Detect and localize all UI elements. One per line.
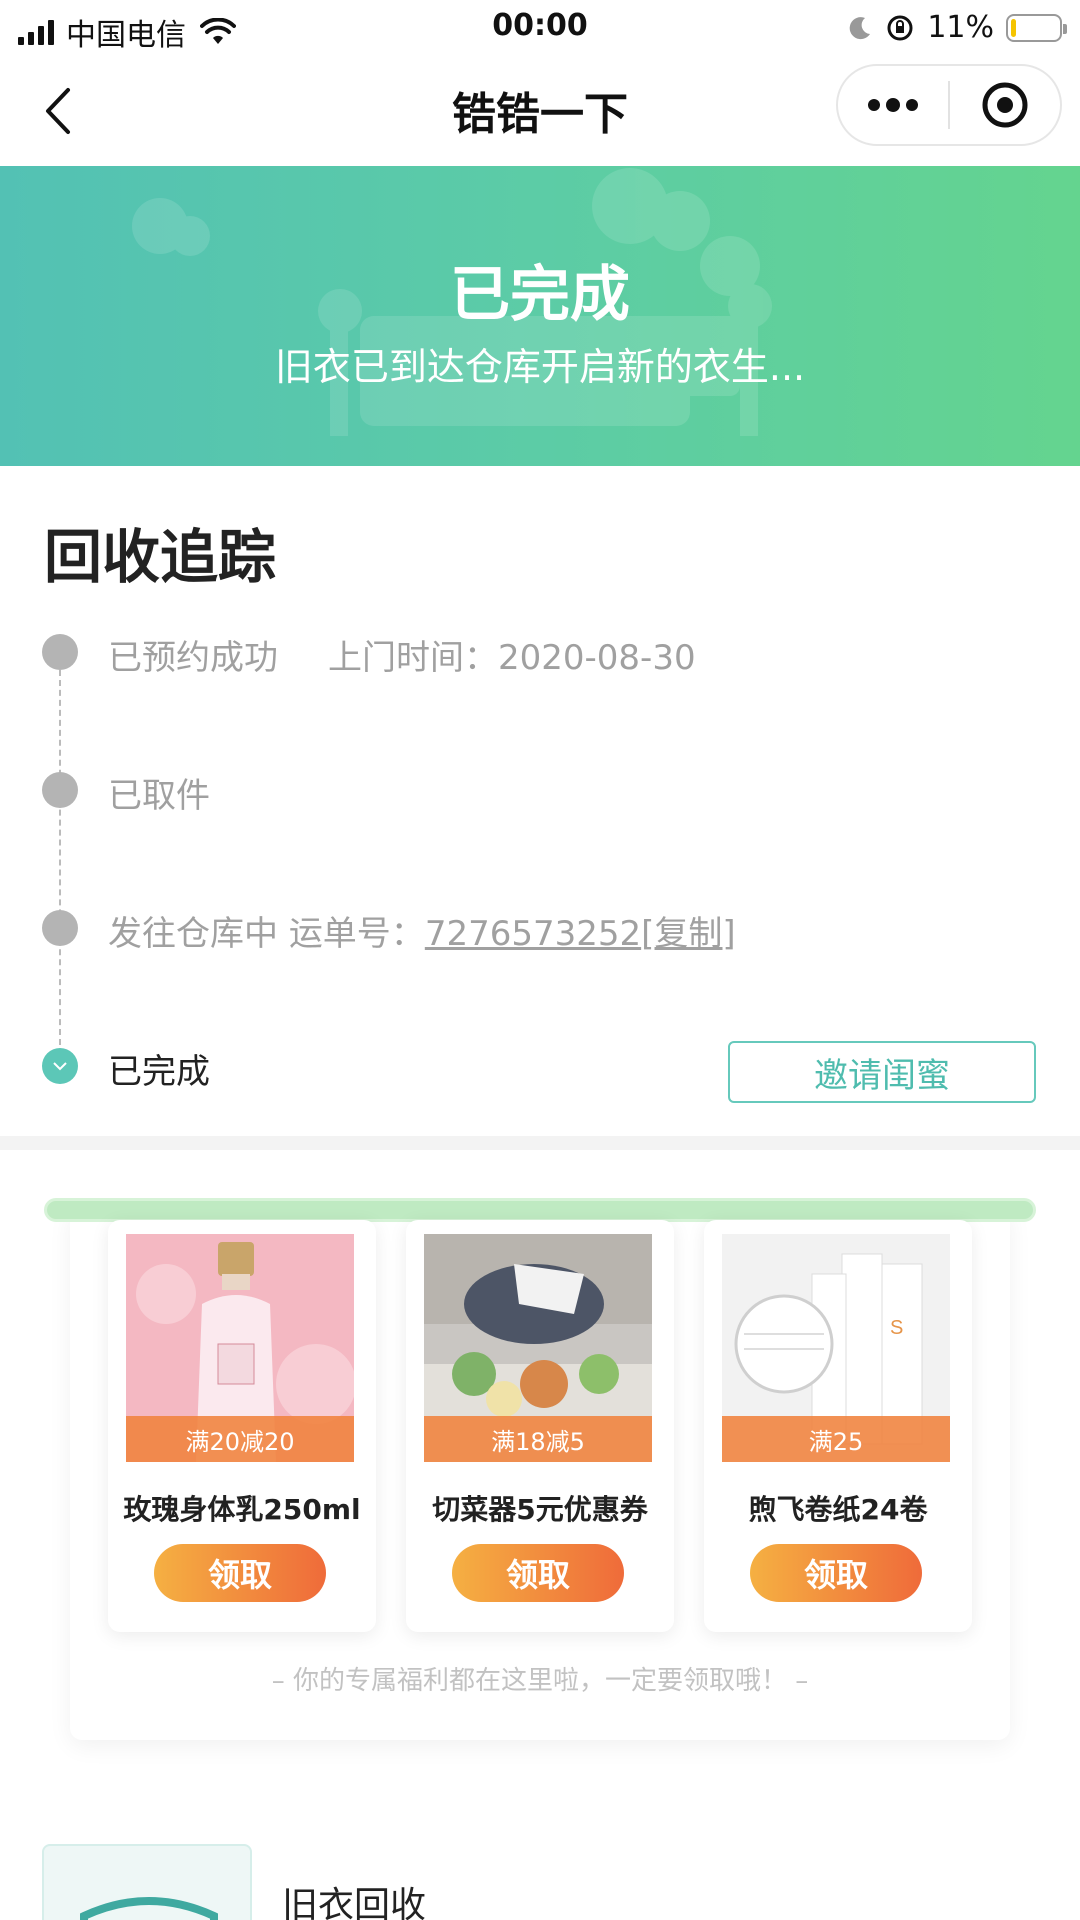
waybill-label: 运单号：	[288, 914, 425, 954]
pickup-time: 上门时间：2020-08-30	[328, 638, 696, 678]
recycle-label[interactable]: 旧衣回收	[282, 1876, 426, 1920]
timeline-dot-active	[42, 1048, 78, 1084]
section-divider	[0, 1136, 1080, 1150]
timeline-step-shipping: 发往仓库中 运单号：7276573252[复制]	[108, 906, 736, 955]
check-chevron-icon	[53, 1062, 67, 1071]
coupon-card: 满18减5 切菜器5元优惠券 领取	[406, 1220, 674, 1632]
more-dots-icon	[868, 98, 918, 112]
discount-tag: 满18减5	[424, 1416, 652, 1462]
mini-program-capsule	[836, 64, 1062, 146]
status-right: 11%	[847, 10, 1067, 45]
coupon-card: S 满25 煦飞卷纸24卷 领取	[704, 1220, 972, 1632]
moon-icon	[850, 16, 871, 39]
discount-tag: 满20减20	[126, 1416, 354, 1462]
step-label: 发往仓库中	[108, 914, 278, 954]
copy-link[interactable]: [复制]	[641, 914, 736, 954]
step-label: 已预约成功	[108, 638, 278, 678]
close-button[interactable]	[950, 66, 1060, 144]
svg-text:S: S	[890, 1317, 903, 1339]
timeline-line	[59, 660, 61, 1055]
timeline-step-booked: 已预约成功 上门时间：2020-08-30	[108, 630, 696, 679]
more-button[interactable]	[838, 66, 948, 144]
battery-icon	[1006, 13, 1067, 42]
claim-button[interactable]: 领取	[452, 1544, 624, 1602]
claim-button[interactable]: 领取	[750, 1544, 922, 1602]
timeline-dot	[42, 772, 78, 808]
claim-button[interactable]: 领取	[154, 1544, 326, 1602]
product-image: 满18减5	[424, 1234, 652, 1462]
battery-fill	[1011, 18, 1017, 37]
discount-tag-text: 满25	[808, 1427, 864, 1456]
status-bar: 中国电信 00:00 11%	[0, 0, 1080, 56]
clothing-icon	[80, 1897, 218, 1920]
step-label: 已取件	[108, 776, 210, 816]
status-banner: 已完成 旧衣已到达仓库开启新的衣生...	[0, 166, 1080, 466]
step-label: 已完成	[108, 1052, 210, 1092]
battery-percent: 11%	[927, 10, 994, 45]
banner-subtitle: 旧衣已到达仓库开启新的衣生...	[274, 345, 806, 389]
invite-friend-button[interactable]: 邀请闺蜜	[728, 1041, 1036, 1103]
banner-title: 已完成	[450, 260, 630, 330]
section-title: 回收追踪	[44, 523, 277, 591]
product-image: 满20减20	[126, 1234, 354, 1462]
timeline-step-completed: 已完成	[108, 1044, 210, 1093]
coupon-card: 满20减20 玫瑰身体乳250ml 领取	[108, 1220, 376, 1632]
coupon-note: – 你的专属福利都在这里啦，一定要领取哦！ –	[271, 1666, 809, 1696]
product-name: 切菜器5元优惠券	[432, 1493, 648, 1526]
timeline-dot	[42, 910, 78, 946]
product-image: S 满25	[722, 1234, 950, 1462]
product-name: 煦飞卷纸24卷	[748, 1493, 928, 1526]
waybill-number[interactable]: 7276573252	[425, 914, 641, 954]
timeline-step-picked-up: 已取件	[108, 768, 210, 817]
nav-bar: 锆锆一下	[0, 56, 1080, 166]
discount-tag: 满25	[722, 1416, 950, 1462]
product-name: 玫瑰身体乳250ml	[123, 1493, 361, 1526]
timeline-dot	[42, 634, 78, 670]
recycle-thumbnail[interactable]	[42, 1844, 252, 1920]
coupon-rail	[44, 1198, 1036, 1222]
target-icon	[982, 82, 1028, 128]
rotation-lock-icon	[887, 15, 913, 40]
